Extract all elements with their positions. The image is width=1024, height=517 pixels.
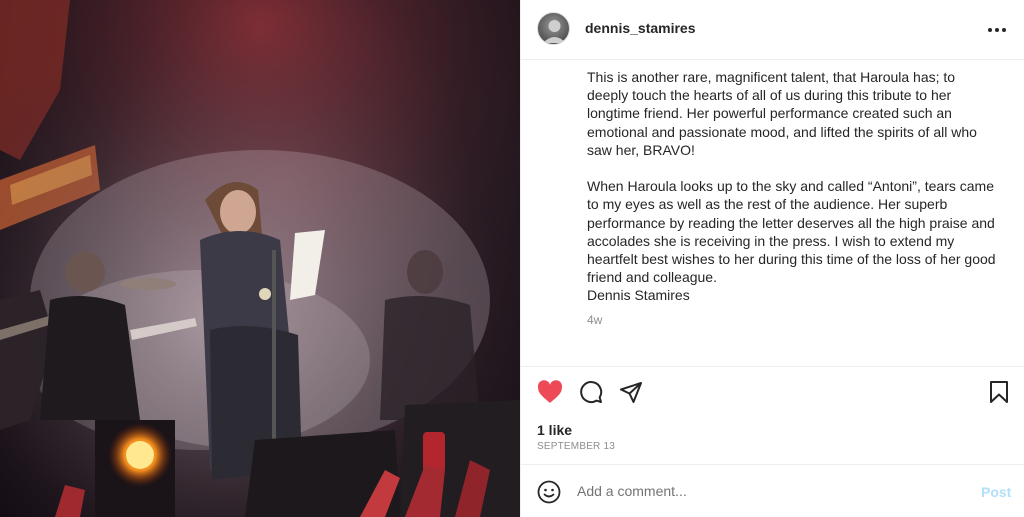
more-dot	[995, 28, 999, 32]
post-time[interactable]: 4w	[587, 313, 602, 327]
more-dot	[988, 28, 992, 32]
avatar[interactable]	[537, 12, 570, 45]
post-date: SEPTEMBER 13	[537, 441, 615, 452]
post-media[interactable]	[0, 0, 520, 517]
post-header: dennis_stamires	[521, 0, 1024, 60]
post-caption: This is another rare, magnificent talent…	[587, 69, 996, 304]
emoji-icon[interactable]	[537, 480, 561, 504]
like-count[interactable]: 1 like	[537, 422, 572, 438]
share-icon[interactable]	[619, 380, 643, 404]
comment-input[interactable]	[577, 479, 967, 503]
username[interactable]: dennis_stamires	[585, 20, 696, 36]
concert-photo	[0, 0, 520, 517]
action-bar	[521, 366, 1024, 418]
post-comment-button[interactable]: Post	[981, 484, 1011, 500]
post-panel: dennis_stamires This is another rare, ma…	[520, 0, 1024, 517]
comment-icon[interactable]	[579, 380, 603, 404]
comment-bar: Post	[521, 464, 1024, 517]
more-dot	[1002, 28, 1006, 32]
heart-icon[interactable]	[537, 380, 563, 404]
more-options-icon[interactable]	[983, 18, 1011, 42]
avatar-image	[543, 20, 566, 43]
bookmark-icon[interactable]	[987, 380, 1011, 404]
